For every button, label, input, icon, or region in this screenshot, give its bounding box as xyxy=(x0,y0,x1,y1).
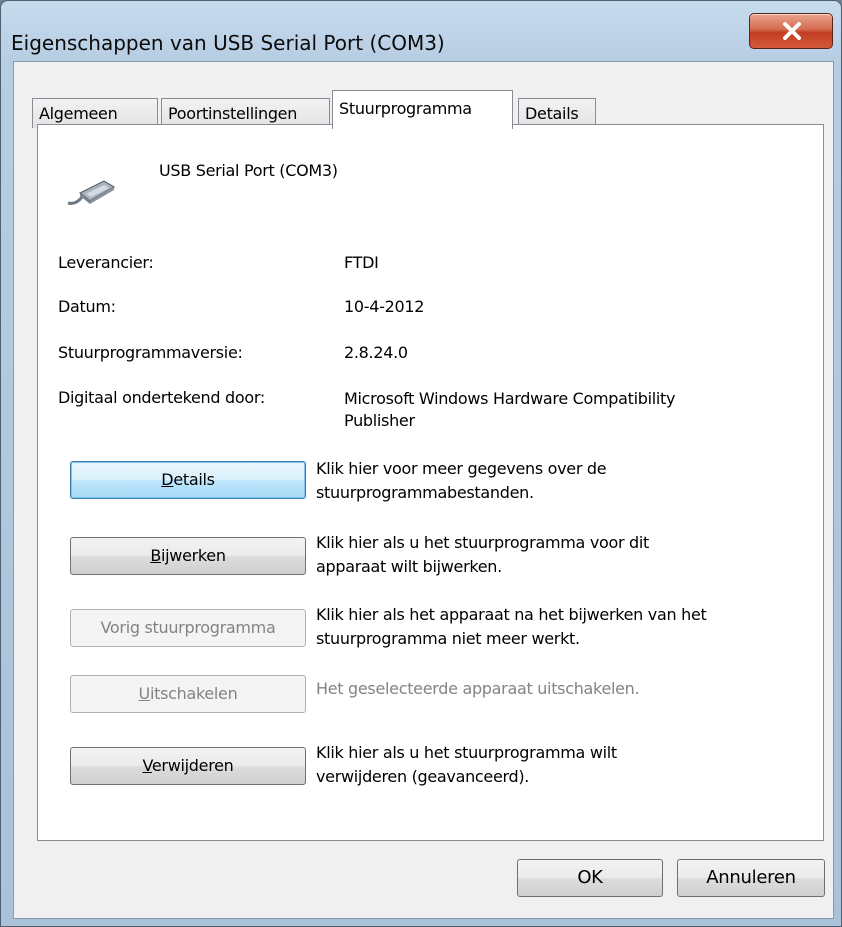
provider-label: Leverancier: xyxy=(58,253,154,272)
tab-label: Details xyxy=(525,104,579,123)
serial-cable-icon xyxy=(66,169,118,213)
driver-tab-panel: USB Serial Port (COM3) Leverancier: FTDI… xyxy=(37,124,824,841)
accelerator-key: D xyxy=(161,470,174,489)
date-value: 10-4-2012 xyxy=(344,297,425,316)
details-button[interactable]: Details xyxy=(70,461,306,499)
description-line: stuurprogrammabestanden. xyxy=(316,483,534,502)
disable-device-button[interactable]: Uitschakelen xyxy=(70,675,306,713)
rollback-driver-button[interactable]: Vorig stuurprogramma xyxy=(70,609,306,647)
accelerator-key: U xyxy=(138,684,151,703)
signer-value: Microsoft Windows Hardware Compatibility… xyxy=(344,388,676,432)
button-label: ijwerken xyxy=(161,546,226,565)
window-title: Eigenschappen van USB Serial Port (COM3) xyxy=(11,31,445,55)
date-label: Datum: xyxy=(58,297,116,316)
tab-label: Algemeen xyxy=(39,104,118,123)
signer-value-line: Publisher xyxy=(344,411,415,430)
tab-stuurprogramma[interactable]: Stuurprogramma xyxy=(332,90,513,129)
description-line: Klik hier als u het stuurprogramma voor … xyxy=(316,533,649,552)
description-line: Het geselecteerde apparaat uitschakelen. xyxy=(316,679,640,698)
update-driver-button[interactable]: Bijwerken xyxy=(70,537,306,575)
properties-dialog: Eigenschappen van USB Serial Port (COM3)… xyxy=(0,0,842,927)
button-label: OK xyxy=(577,867,603,888)
disable-description: Het geselecteerde apparaat uitschakelen. xyxy=(316,677,816,701)
update-description: Klik hier als u het stuurprogramma voor … xyxy=(316,531,816,579)
accelerator-key: B xyxy=(150,546,161,565)
description-line: verwijderen (geavanceerd). xyxy=(316,767,530,786)
button-label: itschakelen xyxy=(149,684,238,703)
uninstall-driver-button[interactable]: Verwijderen xyxy=(70,747,306,785)
description-line: stuurprogramma niet meer werkt. xyxy=(316,629,580,648)
rollback-description: Klik hier als het apparaat na het bijwer… xyxy=(316,603,816,651)
description-line: Klik hier als het apparaat na het bijwer… xyxy=(316,605,707,624)
accelerator-key: V xyxy=(142,756,152,775)
tab-label: Poortinstellingen xyxy=(168,104,298,123)
description-line: apparaat wilt bijwerken. xyxy=(316,557,502,576)
button-label: etails xyxy=(173,470,215,489)
description-line: Klik hier als u het stuurprogramma wilt xyxy=(316,743,617,762)
ok-button[interactable]: OK xyxy=(517,859,663,897)
title-bar[interactable]: Eigenschappen van USB Serial Port (COM3) xyxy=(1,1,841,61)
device-name: USB Serial Port (COM3) xyxy=(159,161,338,180)
button-label: Vorig stuurprogramma xyxy=(100,618,276,637)
close-icon xyxy=(783,22,801,40)
cancel-button[interactable]: Annuleren xyxy=(677,859,825,897)
provider-value: FTDI xyxy=(344,253,379,272)
button-label: Annuleren xyxy=(706,867,796,888)
signer-label: Digitaal ondertekend door: xyxy=(58,388,265,407)
version-label: Stuurprogrammaversie: xyxy=(58,343,243,362)
tab-label: Stuurprogramma xyxy=(339,99,472,118)
close-button[interactable] xyxy=(749,13,833,49)
uninstall-description: Klik hier als u het stuurprogramma wilt … xyxy=(316,741,816,789)
version-value: 2.8.24.0 xyxy=(344,343,408,362)
details-description: Klik hier voor meer gegevens over de stu… xyxy=(316,457,816,505)
description-line: Klik hier voor meer gegevens over de xyxy=(316,459,607,478)
signer-value-line: Microsoft Windows Hardware Compatibility xyxy=(344,389,676,408)
button-label: erwijderen xyxy=(151,756,234,775)
